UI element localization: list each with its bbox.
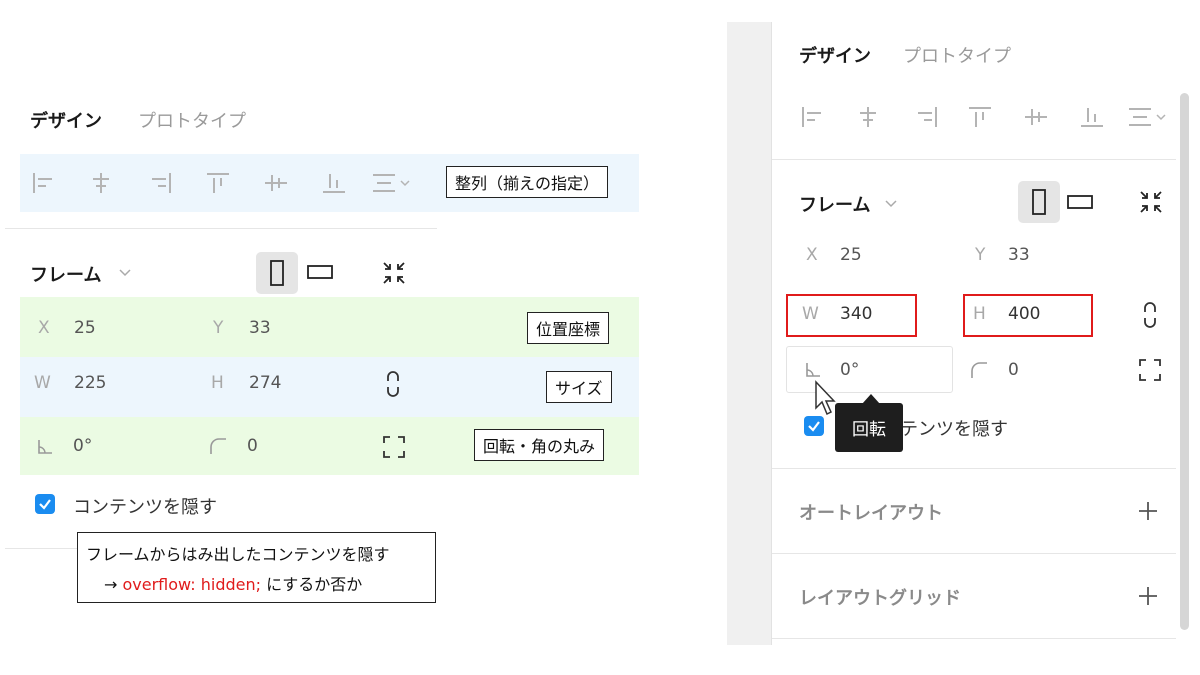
annotation-tail: にするか否か	[266, 575, 363, 594]
h-label: H	[211, 373, 224, 393]
y-input[interactable]: 33	[249, 318, 271, 338]
align-left-icon[interactable]	[32, 172, 56, 194]
rotation-input[interactable]: 0°	[840, 360, 859, 380]
rotation-input[interactable]: 0°	[73, 436, 92, 456]
landscape-icon[interactable]	[306, 262, 336, 286]
annotation-clip-line2: → overflow: hidden; にするか否か	[104, 571, 362, 595]
divider	[772, 553, 1176, 554]
corner-radius-icon	[970, 361, 988, 383]
add-layout-grid-icon[interactable]	[1137, 585, 1159, 611]
divider	[5, 228, 437, 229]
align-top-icon[interactable]	[206, 172, 230, 194]
annotation-clip-line1: フレームからはみ出したコンテンツを隠す	[86, 545, 390, 564]
w-label: W	[802, 304, 819, 324]
align-bottom-icon[interactable]	[1080, 106, 1104, 128]
tab-design[interactable]: デザイン	[799, 42, 871, 68]
add-auto-layout-icon[interactable]	[1137, 500, 1159, 526]
divider	[772, 468, 1176, 469]
w-input[interactable]: 340	[840, 304, 872, 324]
independent-corners-icon[interactable]	[1138, 358, 1162, 386]
constrain-proportions-icon[interactable]	[1141, 301, 1159, 333]
distribute-dropdown-icon[interactable]	[1128, 106, 1170, 128]
arrow-text: →	[104, 575, 118, 594]
divider	[772, 638, 1176, 639]
align-left-icon[interactable]	[801, 106, 825, 128]
annotation-clip: フレームからはみ出したコンテンツを隠す → overflow: hidden; …	[77, 532, 436, 603]
y-label: Y	[975, 245, 986, 265]
portrait-toggle-button[interactable]	[1018, 181, 1060, 223]
panel-border	[771, 22, 772, 645]
h-label: H	[973, 304, 986, 324]
canvas-edge	[727, 22, 771, 645]
align-vertical-center-icon[interactable]	[1024, 106, 1048, 128]
x-input[interactable]: 25	[840, 245, 862, 265]
independent-corners-icon[interactable]	[382, 435, 406, 463]
landscape-icon[interactable]	[1066, 192, 1096, 216]
clip-content-checkbox[interactable]	[35, 494, 55, 514]
y-label: Y	[213, 318, 224, 338]
mouse-pointer-icon	[814, 380, 838, 422]
align-horizontal-center-icon[interactable]	[89, 172, 113, 194]
chevron-down-icon[interactable]	[118, 264, 132, 283]
x-label: X	[38, 318, 50, 338]
corner-radius-icon	[209, 437, 227, 459]
tab-prototype[interactable]: プロトタイプ	[138, 107, 246, 133]
w-input[interactable]: 225	[74, 373, 106, 393]
resize-to-fit-icon[interactable]	[1138, 189, 1164, 219]
distribute-dropdown-icon[interactable]	[372, 172, 414, 194]
scrollbar-thumb[interactable]	[1180, 93, 1189, 630]
h-input[interactable]: 400	[1008, 304, 1040, 324]
code-text: overflow: hidden;	[122, 575, 262, 594]
x-label: X	[806, 245, 818, 265]
annotation-rotate: 回転・角の丸み	[474, 429, 605, 461]
frame-title[interactable]: フレーム	[799, 191, 870, 217]
layout-grid-title[interactable]: レイアウトグリッド	[799, 584, 961, 610]
tooltip-rotate: 回転	[835, 403, 903, 452]
auto-layout-title[interactable]: オートレイアウト	[799, 499, 943, 525]
clip-content-label: コンテンツを隠す	[73, 497, 217, 518]
h-input[interactable]: 274	[249, 373, 281, 393]
align-vertical-center-icon[interactable]	[264, 172, 288, 194]
portrait-toggle-button[interactable]	[256, 252, 298, 294]
align-top-icon[interactable]	[968, 106, 992, 128]
y-input[interactable]: 33	[1008, 245, 1030, 265]
divider	[5, 548, 77, 549]
annotation-position: 位置座標	[527, 312, 610, 344]
tab-design[interactable]: デザイン	[30, 107, 102, 133]
frame-title[interactable]: フレーム	[30, 261, 101, 287]
divider	[772, 159, 1176, 160]
annotation-size: サイズ	[546, 371, 612, 403]
annotation-align: 整列（揃えの指定）	[446, 166, 609, 198]
chevron-down-icon[interactable]	[884, 195, 898, 214]
tab-prototype[interactable]: プロトタイプ	[903, 42, 1011, 68]
w-label: W	[34, 373, 51, 393]
corner-radius-input[interactable]: 0	[247, 436, 258, 456]
align-bottom-icon[interactable]	[322, 172, 346, 194]
corner-radius-input[interactable]: 0	[1008, 360, 1019, 380]
align-right-icon[interactable]	[148, 172, 172, 194]
resize-to-fit-icon[interactable]	[381, 260, 407, 290]
x-input[interactable]: 25	[74, 318, 96, 338]
constrain-proportions-icon[interactable]	[384, 370, 402, 402]
align-horizontal-center-icon[interactable]	[856, 106, 880, 128]
rotation-icon	[36, 438, 54, 460]
align-right-icon[interactable]	[914, 106, 938, 128]
